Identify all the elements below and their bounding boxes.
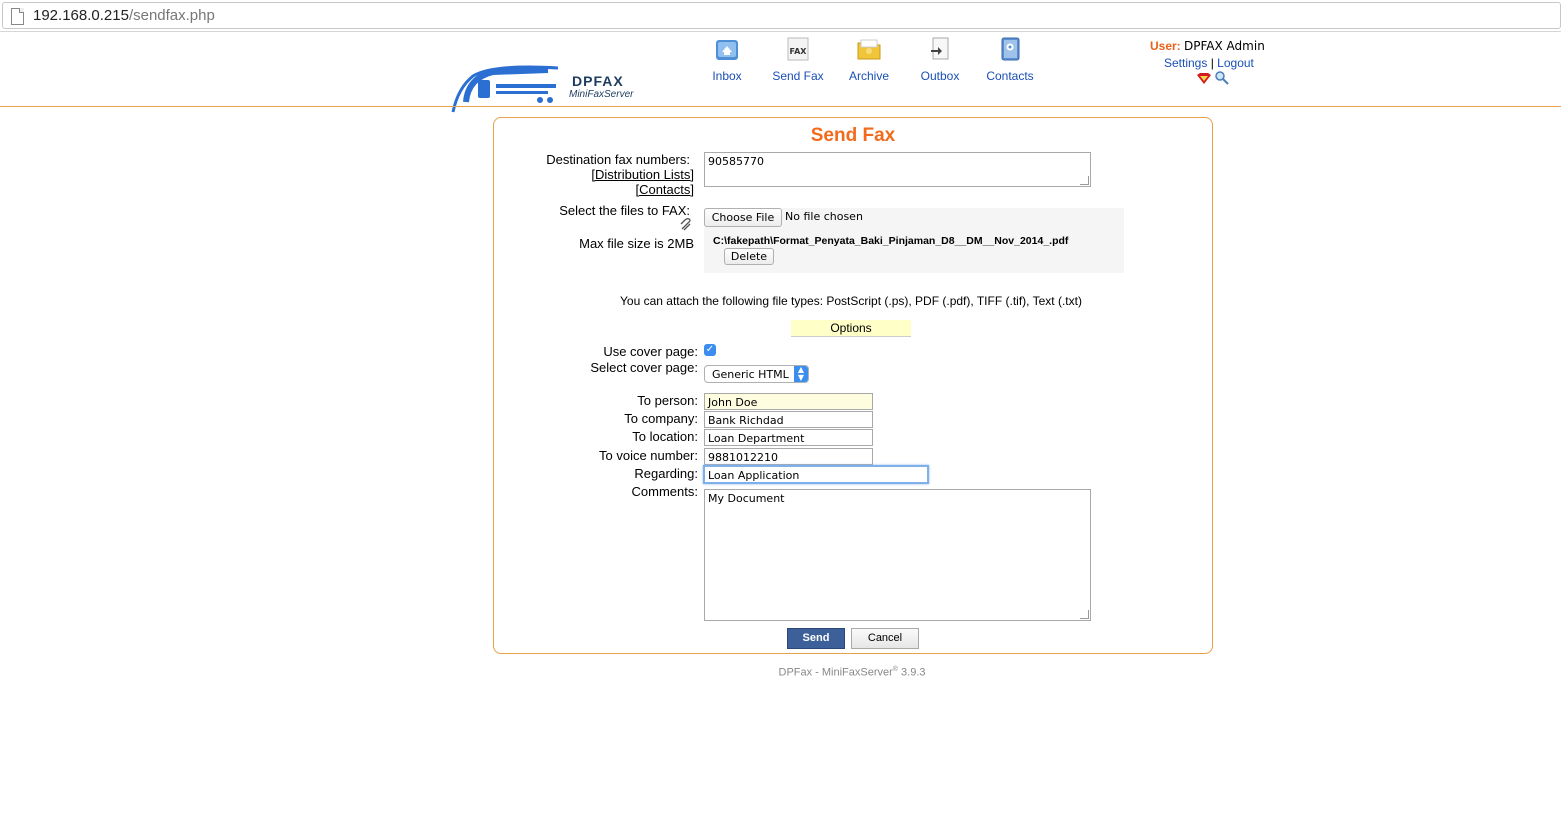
inbox-icon <box>716 40 738 60</box>
settings-link[interactable]: Settings <box>1164 56 1207 70</box>
search-magnifier-icon[interactable] <box>1215 71 1230 85</box>
nav-outbox[interactable]: Outbox <box>905 36 975 83</box>
attached-file-path: C:\fakepath\Format_Penyata_Baki_Pinjaman… <box>713 235 1069 247</box>
use-cover-label: Use cover page: <box>603 344 698 359</box>
logout-link[interactable]: Logout <box>1217 56 1254 70</box>
nav-send-fax[interactable]: FAX Send Fax <box>763 36 833 83</box>
comments-textarea[interactable]: My Document <box>704 489 1091 621</box>
nav-contacts-label: Contacts <box>986 69 1034 83</box>
distribution-lists-link[interactable]: [Distribution Lists] <box>520 167 694 182</box>
select-arrows-icon: ▲ ▼ <box>794 366 808 382</box>
comments-label: Comments: <box>631 484 698 499</box>
regarding-label: Regarding: <box>634 466 698 481</box>
select-cover-label: Select cover page: <box>590 360 698 375</box>
max-size-label: Max file size is 2MB <box>579 236 694 251</box>
to-person-input[interactable]: John Doe <box>704 393 873 410</box>
header-divider <box>0 106 1561 107</box>
logo-name: DPFAX <box>572 73 624 89</box>
user-panel: User: DPFAX Admin Settings | Logout <box>1150 39 1280 88</box>
nav-send-fax-label: Send Fax <box>772 69 824 83</box>
user-name: DPFAX Admin <box>1184 39 1265 53</box>
svg-text:FAX: FAX <box>790 47 808 56</box>
nav-contacts[interactable]: Contacts <box>975 36 1045 83</box>
page-title: Send Fax <box>810 125 896 146</box>
to-location-label: To location: <box>632 429 698 444</box>
to-company-input[interactable]: Bank Richdad <box>704 411 873 428</box>
to-voice-input[interactable]: 9881012210 <box>704 448 873 465</box>
cover-page-select[interactable]: Generic HTML ▲ ▼ <box>704 365 809 383</box>
file-types-note: You can attach the following file types:… <box>620 294 1082 308</box>
send-button[interactable]: Send <box>787 628 845 649</box>
logo-subtitle: MiniFaxServer <box>569 89 634 100</box>
nav-inbox[interactable]: Inbox <box>692 36 762 83</box>
browser-url-bar: 192.168.0.215/sendfax.php <box>0 0 1561 32</box>
link-separator: | <box>1210 56 1214 70</box>
options-header[interactable]: Options <box>791 320 911 337</box>
page-icon <box>11 8 24 25</box>
nav-archive[interactable]: Archive <box>834 36 904 83</box>
nav-archive-label: Archive <box>848 69 889 83</box>
use-cover-checkbox[interactable]: ✓ <box>704 344 716 356</box>
footer: DPFax - MiniFaxServer® 3.9.3 <box>778 666 926 679</box>
files-label: Select the files to FAX: <box>559 203 690 218</box>
cancel-button[interactable]: Cancel <box>851 628 919 649</box>
outbox-icon <box>931 37 949 60</box>
contacts-book-icon <box>1001 37 1020 61</box>
no-file-text: No file chosen <box>785 210 863 223</box>
to-voice-label: To voice number: <box>599 448 698 463</box>
nav-inbox-label: Inbox <box>712 69 742 83</box>
user-label: User: <box>1150 39 1181 53</box>
archive-folder-icon <box>857 39 881 60</box>
to-location-input[interactable]: Loan Department <box>704 429 873 446</box>
address-field[interactable]: 192.168.0.215/sendfax.php <box>2 2 1561 29</box>
to-company-label: To company: <box>624 411 698 426</box>
destination-fax-field[interactable]: 90585770 <box>704 152 1091 187</box>
url-text[interactable]: 192.168.0.215/sendfax.php <box>33 7 215 24</box>
superman-icon[interactable] <box>1196 73 1212 85</box>
fax-icon: FAX <box>787 37 809 61</box>
nav-outbox-label: Outbox <box>920 69 960 83</box>
dest-label: Destination fax numbers: <box>546 152 690 167</box>
regarding-input[interactable]: Loan Application <box>703 465 929 484</box>
to-person-label: To person: <box>637 393 698 408</box>
contacts-link[interactable]: [Contacts] <box>520 182 694 197</box>
paperclip-icon <box>680 218 691 231</box>
choose-file-button[interactable]: Choose File <box>704 208 782 227</box>
delete-file-button[interactable]: Delete <box>724 248 774 265</box>
